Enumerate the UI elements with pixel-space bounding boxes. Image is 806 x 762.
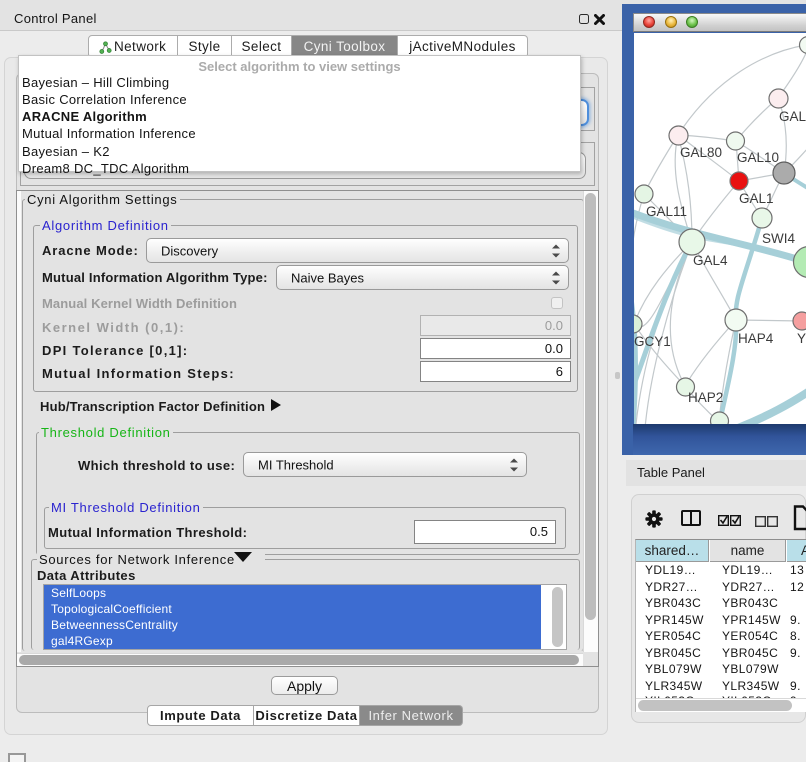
svg-text:SWI4: SWI4 bbox=[762, 231, 795, 246]
svg-text:GAL80: GAL80 bbox=[680, 145, 722, 160]
svg-text:GAL4: GAL4 bbox=[693, 253, 728, 268]
svg-text:GCY1: GCY1 bbox=[634, 334, 671, 349]
svg-text:GAL1: GAL1 bbox=[739, 191, 774, 206]
svg-text:HAP2: HAP2 bbox=[688, 390, 723, 405]
svg-text:GAL11: GAL11 bbox=[646, 204, 687, 219]
svg-text:GAL10: GAL10 bbox=[737, 150, 779, 165]
svg-text:HAP4: HAP4 bbox=[738, 331, 774, 346]
svg-text:Y: Y bbox=[797, 331, 806, 346]
svg-text:GAL2: GAL2 bbox=[779, 109, 806, 124]
